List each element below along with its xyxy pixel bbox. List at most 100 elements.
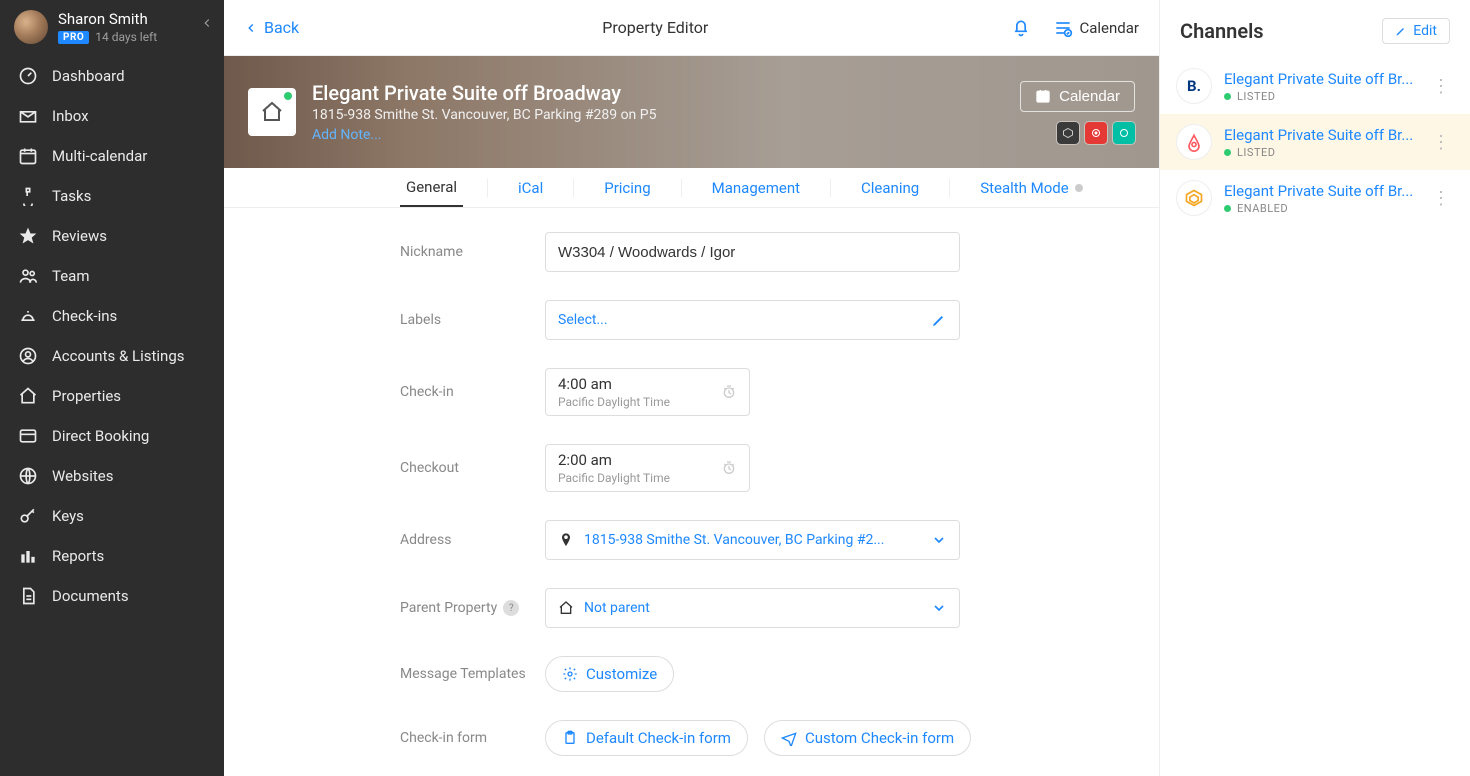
- calendar-button-label: Calendar: [1059, 88, 1120, 105]
- sidebar-item-label: Reports: [52, 547, 104, 565]
- sidebar-item-label: Inbox: [52, 107, 89, 125]
- sidebar-item-inbox[interactable]: Inbox: [0, 96, 224, 136]
- customize-button[interactable]: Customize: [545, 656, 674, 692]
- days-left: 14 days left: [95, 30, 157, 44]
- pencil-icon: [931, 312, 947, 328]
- channel-row-other[interactable]: Elegant Private Suite off Br... ENABLED …: [1160, 170, 1470, 226]
- more-icon[interactable]: ⋮: [1428, 188, 1454, 209]
- airbnb-logo-icon: [1176, 124, 1212, 160]
- labels-placeholder: Select...: [558, 312, 608, 328]
- map-pin-icon: [558, 532, 574, 548]
- property-house-icon: [248, 88, 296, 136]
- sidebar-item-directbooking[interactable]: Direct Booking: [0, 416, 224, 456]
- house-small-icon: [558, 600, 574, 616]
- sidebar-item-label: Keys: [52, 507, 84, 525]
- status-dot-icon: [284, 92, 292, 100]
- pencil-icon: [1395, 25, 1407, 37]
- channel-title: Elegant Private Suite off Br...: [1224, 126, 1416, 144]
- stealth-dot-icon: [1075, 184, 1083, 192]
- custom-checkin-label: Custom Check-in form: [805, 729, 954, 747]
- address-select[interactable]: 1815-938 Smithe St. Vancouver, BC Parkin…: [545, 520, 960, 560]
- sidebar-item-reviews[interactable]: Reviews: [0, 216, 224, 256]
- labels-select[interactable]: Select...: [545, 300, 960, 340]
- channel-row-booking[interactable]: B. Elegant Private Suite off Br... LISTE…: [1160, 58, 1470, 114]
- default-checkin-button[interactable]: Default Check-in form: [545, 720, 748, 756]
- more-icon[interactable]: ⋮: [1428, 132, 1454, 153]
- checkout-tz: Pacific Daylight Time: [558, 471, 670, 485]
- status-dot-icon: [1224, 93, 1231, 100]
- calendar-top-link[interactable]: Calendar: [1053, 18, 1139, 38]
- sidebar-item-label: Dashboard: [52, 67, 125, 85]
- chevron-down-icon: [931, 600, 947, 616]
- add-note-link[interactable]: Add Note...: [312, 127, 1020, 143]
- calendar-button[interactable]: Calendar: [1020, 81, 1135, 112]
- more-icon[interactable]: ⋮: [1428, 76, 1454, 97]
- nickname-input[interactable]: [545, 232, 960, 272]
- sidebar-item-checkins[interactable]: Check-ins: [0, 296, 224, 336]
- channel-row-airbnb[interactable]: Elegant Private Suite off Br... LISTED ⋮: [1160, 114, 1470, 170]
- property-header: Elegant Private Suite off Broadway 1815-…: [224, 56, 1159, 168]
- clipboard-icon: [562, 730, 578, 746]
- team-icon: [18, 266, 38, 286]
- sidebar-item-multicalendar[interactable]: Multi-calendar: [0, 136, 224, 176]
- collapse-icon[interactable]: [200, 16, 214, 34]
- address-label: Address: [400, 532, 545, 548]
- chart-icon: [18, 546, 38, 566]
- channels-title: Channels: [1180, 19, 1264, 43]
- integration-badge-1-icon[interactable]: [1057, 122, 1079, 144]
- tab-stealth[interactable]: Stealth Mode: [974, 168, 1089, 207]
- channel-status: ENABLED: [1237, 202, 1288, 215]
- plane-icon: [781, 730, 797, 746]
- customize-label: Customize: [586, 665, 657, 683]
- page-title: Property Editor: [602, 18, 708, 37]
- integration-badge-2-icon[interactable]: [1085, 122, 1107, 144]
- key-icon: [18, 506, 38, 526]
- pro-badge: PRO: [58, 31, 89, 44]
- default-checkin-label: Default Check-in form: [586, 729, 731, 747]
- sidebar-item-tasks[interactable]: Tasks: [0, 176, 224, 216]
- sidebar-item-accounts[interactable]: Accounts & Listings: [0, 336, 224, 376]
- notifications-icon[interactable]: [1011, 18, 1031, 38]
- tab-cleaning[interactable]: Cleaning: [855, 168, 925, 207]
- status-dot-icon: [1224, 205, 1231, 212]
- document-icon: [18, 586, 38, 606]
- integration-badge-3-icon[interactable]: [1113, 122, 1135, 144]
- channel-status: LISTED: [1237, 90, 1275, 103]
- sidebar-item-label: Websites: [52, 467, 113, 485]
- sidebar-item-websites[interactable]: Websites: [0, 456, 224, 496]
- parent-select[interactable]: Not parent: [545, 588, 960, 628]
- checkin-time-input[interactable]: 4:00 am Pacific Daylight Time: [545, 368, 750, 416]
- tab-pricing[interactable]: Pricing: [598, 168, 656, 207]
- account-icon: [18, 346, 38, 366]
- user-name: Sharon Smith: [58, 10, 157, 28]
- sidebar: Sharon Smith PRO 14 days left Dashboard …: [0, 0, 224, 776]
- sidebar-item-label: Team: [52, 267, 90, 285]
- sidebar-item-documents[interactable]: Documents: [0, 576, 224, 616]
- tab-general[interactable]: General: [400, 168, 463, 207]
- channel-title: Elegant Private Suite off Br...: [1224, 182, 1416, 200]
- dashboard-icon: [18, 66, 38, 86]
- sidebar-item-reports[interactable]: Reports: [0, 536, 224, 576]
- sidebar-item-properties[interactable]: Properties: [0, 376, 224, 416]
- parent-label: Parent Property ?: [400, 600, 545, 616]
- edit-channels-button[interactable]: Edit: [1382, 18, 1450, 44]
- channel-logo-icon: [1176, 180, 1212, 216]
- help-icon[interactable]: ?: [503, 600, 519, 616]
- chevron-down-icon: [931, 532, 947, 548]
- tabs: General iCal Pricing Management Cleaning…: [224, 168, 1159, 208]
- tab-management[interactable]: Management: [706, 168, 806, 207]
- sidebar-item-keys[interactable]: Keys: [0, 496, 224, 536]
- user-block[interactable]: Sharon Smith PRO 14 days left: [0, 0, 224, 56]
- tab-ical[interactable]: iCal: [512, 168, 549, 207]
- sidebar-item-team[interactable]: Team: [0, 256, 224, 296]
- sidebar-item-dashboard[interactable]: Dashboard: [0, 56, 224, 96]
- inbox-icon: [18, 106, 38, 126]
- checkin-tz: Pacific Daylight Time: [558, 395, 670, 409]
- calendar-icon: [18, 146, 38, 166]
- sidebar-item-label: Tasks: [52, 187, 91, 205]
- custom-checkin-button[interactable]: Custom Check-in form: [764, 720, 971, 756]
- checkout-time-input[interactable]: 2:00 am Pacific Daylight Time: [545, 444, 750, 492]
- back-button[interactable]: Back: [244, 18, 299, 37]
- checkin-time-value: 4:00 am: [558, 375, 670, 393]
- sidebar-item-label: Reviews: [52, 227, 107, 245]
